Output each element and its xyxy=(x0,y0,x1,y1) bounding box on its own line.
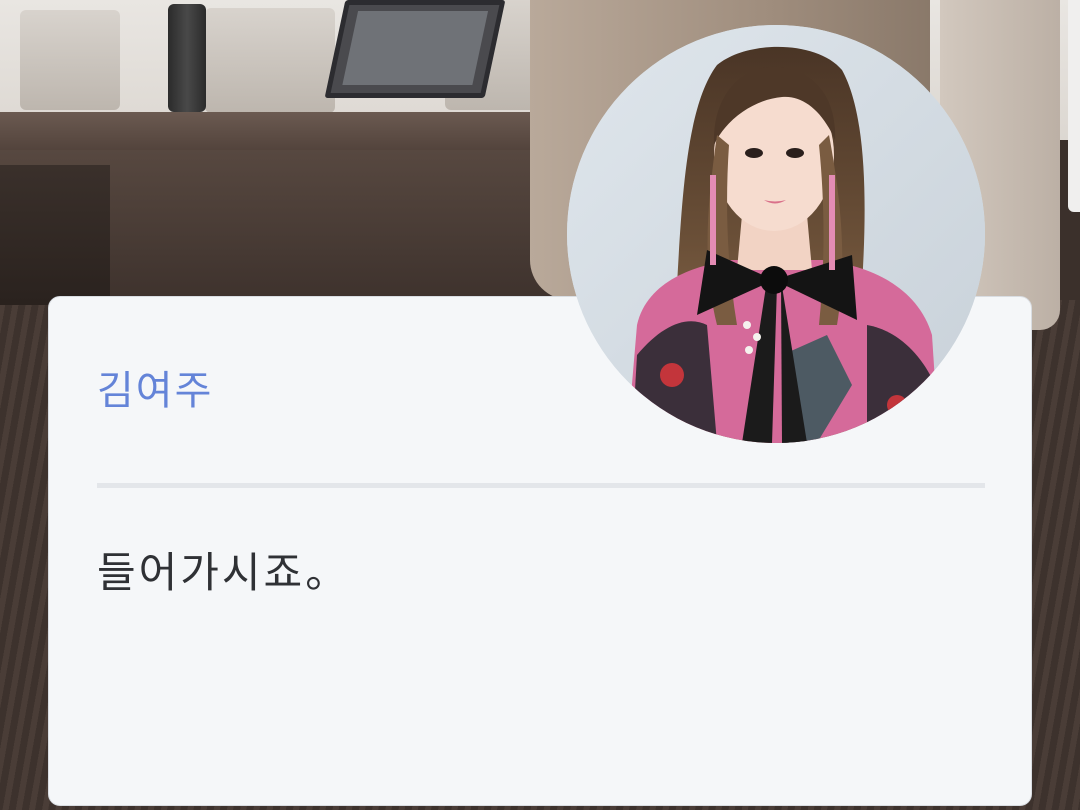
background-chair xyxy=(20,10,120,110)
scroll-edge-handle[interactable] xyxy=(1068,0,1080,212)
background-thermos xyxy=(168,4,206,112)
dialogue-text: 들어가시죠。 xyxy=(97,548,351,597)
background-monitor xyxy=(324,0,506,98)
portrait-illustration xyxy=(567,25,985,443)
background-chair-left xyxy=(0,165,110,305)
character-portrait-icon xyxy=(567,25,985,443)
background-chair xyxy=(205,8,335,113)
visual-novel-screen: 김여주 들어가시죠。 xyxy=(0,0,1080,810)
speaker-name: 김여주 xyxy=(97,368,214,414)
dialogue-divider xyxy=(97,483,985,488)
monitor-screen xyxy=(342,11,489,85)
